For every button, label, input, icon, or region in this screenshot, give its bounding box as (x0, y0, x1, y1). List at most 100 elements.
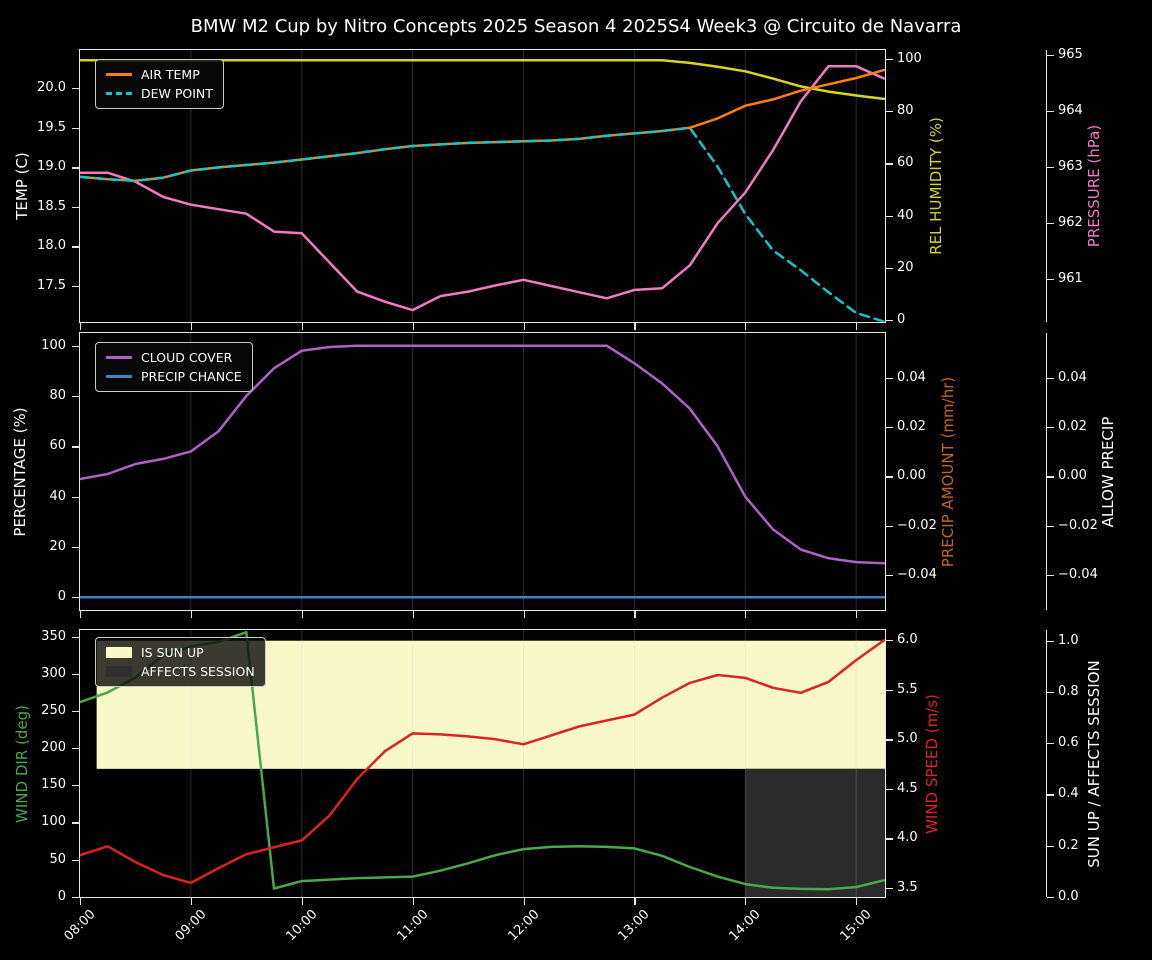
y-tick (72, 167, 79, 169)
legend-label: DEW POINT (141, 86, 213, 101)
y-tick (886, 215, 893, 217)
x-tick (634, 611, 636, 618)
y-tick (886, 377, 893, 379)
y-tick (886, 427, 893, 429)
y-tick (886, 163, 893, 165)
dew-point-line (80, 126, 885, 322)
y-tick-label: 0 (57, 589, 66, 605)
y-tick (886, 267, 893, 269)
x-tick (301, 323, 303, 330)
y-tick (886, 320, 893, 322)
weather-forecast-figure: BMW M2 Cup by Nitro Concepts 2025 Season… (0, 0, 1152, 960)
legend: AIR TEMP DEW POINT (95, 59, 224, 109)
right-axis-title: REL HUMIDITY (%) (927, 117, 945, 255)
x-tick (856, 898, 858, 905)
y-tick-label: 80 (49, 388, 66, 404)
x-tick (856, 323, 858, 330)
y-tick (1047, 640, 1054, 642)
y-tick-label: 0.0 (1058, 889, 1079, 904)
right-axis-title: WIND SPEED (m/s) (923, 693, 941, 834)
x-tick (80, 611, 82, 618)
y-tick (72, 88, 79, 90)
y-tick (1047, 845, 1054, 847)
y-tick-label: 300 (41, 665, 66, 681)
y-tick-label: 5.5 (897, 681, 918, 697)
y-tick (886, 689, 893, 691)
y-tick (1047, 167, 1054, 169)
y-tick (72, 286, 79, 288)
y-tick-label: 100 (41, 337, 66, 353)
y-tick (72, 785, 79, 787)
legend-item: DEW POINT (106, 84, 213, 103)
x-tick (301, 611, 303, 618)
y-tick-label: 0.6 (1058, 735, 1079, 751)
y-tick-label: 0.4 (1058, 786, 1079, 802)
y-tick (72, 636, 79, 638)
y-tick (72, 127, 79, 130)
y-tick (72, 446, 79, 448)
x-tick-label: 09:00 (172, 907, 210, 945)
legend-item: IS SUN UP (106, 643, 255, 662)
y-tick (72, 206, 79, 209)
legend-label: CLOUD COVER (141, 350, 233, 365)
y-tick-label: 50 (49, 851, 66, 867)
y-tick-label: 100 (897, 51, 922, 66)
y-tick (886, 739, 893, 741)
y-tick (886, 640, 893, 642)
x-tick-label: 11:00 (394, 907, 432, 945)
y-tick-label: 0 (897, 312, 906, 327)
y-tick-label: 965 (1058, 47, 1083, 62)
right-axis-title: PRECIP AMOUNT (mm/hr) (939, 376, 957, 567)
y-tick (72, 546, 79, 549)
y-tick-label: 20.0 (37, 80, 66, 96)
x-tick (745, 323, 747, 330)
y-tick (72, 748, 79, 750)
y-tick (1047, 574, 1054, 577)
x-tick (412, 323, 414, 330)
y-tick (1047, 279, 1054, 281)
y-tick (886, 476, 893, 478)
y-tick-label: 4.0 (897, 830, 918, 846)
outer-axis-spine (1046, 630, 1047, 897)
x-tick (634, 323, 636, 330)
y-tick (1047, 427, 1054, 429)
legend-swatch-dew-point (106, 92, 132, 95)
legend-item: AFFECTS SESSION (106, 662, 255, 681)
legend-swatch-precip-chance (106, 375, 132, 378)
y-tick (72, 597, 79, 599)
y-tick (1047, 377, 1054, 379)
y-tick (1047, 55, 1054, 57)
x-tick (190, 898, 193, 905)
y-tick-label: 60 (897, 155, 914, 171)
legend-label: IS SUN UP (141, 645, 204, 660)
y-tick-label: 6.0 (897, 632, 918, 648)
y-tick-label: 80 (897, 103, 914, 119)
y-tick (886, 111, 893, 113)
legend-label: PRECIP CHANCE (141, 369, 242, 384)
legend-swatch-cloud-cover (106, 356, 132, 359)
x-tick (856, 611, 858, 618)
x-tick (412, 611, 414, 618)
y-tick (72, 896, 79, 898)
y-tick-label: 0.04 (897, 369, 926, 385)
y-tick (72, 345, 79, 347)
figure-title: BMW M2 Cup by Nitro Concepts 2025 Season… (190, 16, 962, 37)
x-tick (190, 611, 193, 618)
y-tick-label: −0.04 (1058, 566, 1098, 582)
x-tick (634, 898, 636, 905)
x-tick-label: 08:00 (61, 907, 99, 945)
x-tick (523, 323, 525, 330)
x-tick-label: 10:00 (283, 907, 321, 945)
y-tick-label: 3.5 (897, 879, 918, 895)
y-tick-label: 5.0 (897, 731, 918, 747)
x-tick (80, 898, 82, 905)
y-tick-label: 1.0 (1058, 632, 1079, 648)
x-tick (523, 611, 525, 618)
y-tick (886, 59, 893, 61)
y-tick-label: 963 (1058, 159, 1083, 175)
y-tick-label: 0.02 (1058, 419, 1087, 435)
x-tick-label: 14:00 (726, 907, 764, 945)
x-tick (190, 323, 193, 330)
y-tick-label: 17.5 (37, 278, 66, 293)
outer-axis-title: ALLOW PRECIP (1099, 416, 1117, 527)
